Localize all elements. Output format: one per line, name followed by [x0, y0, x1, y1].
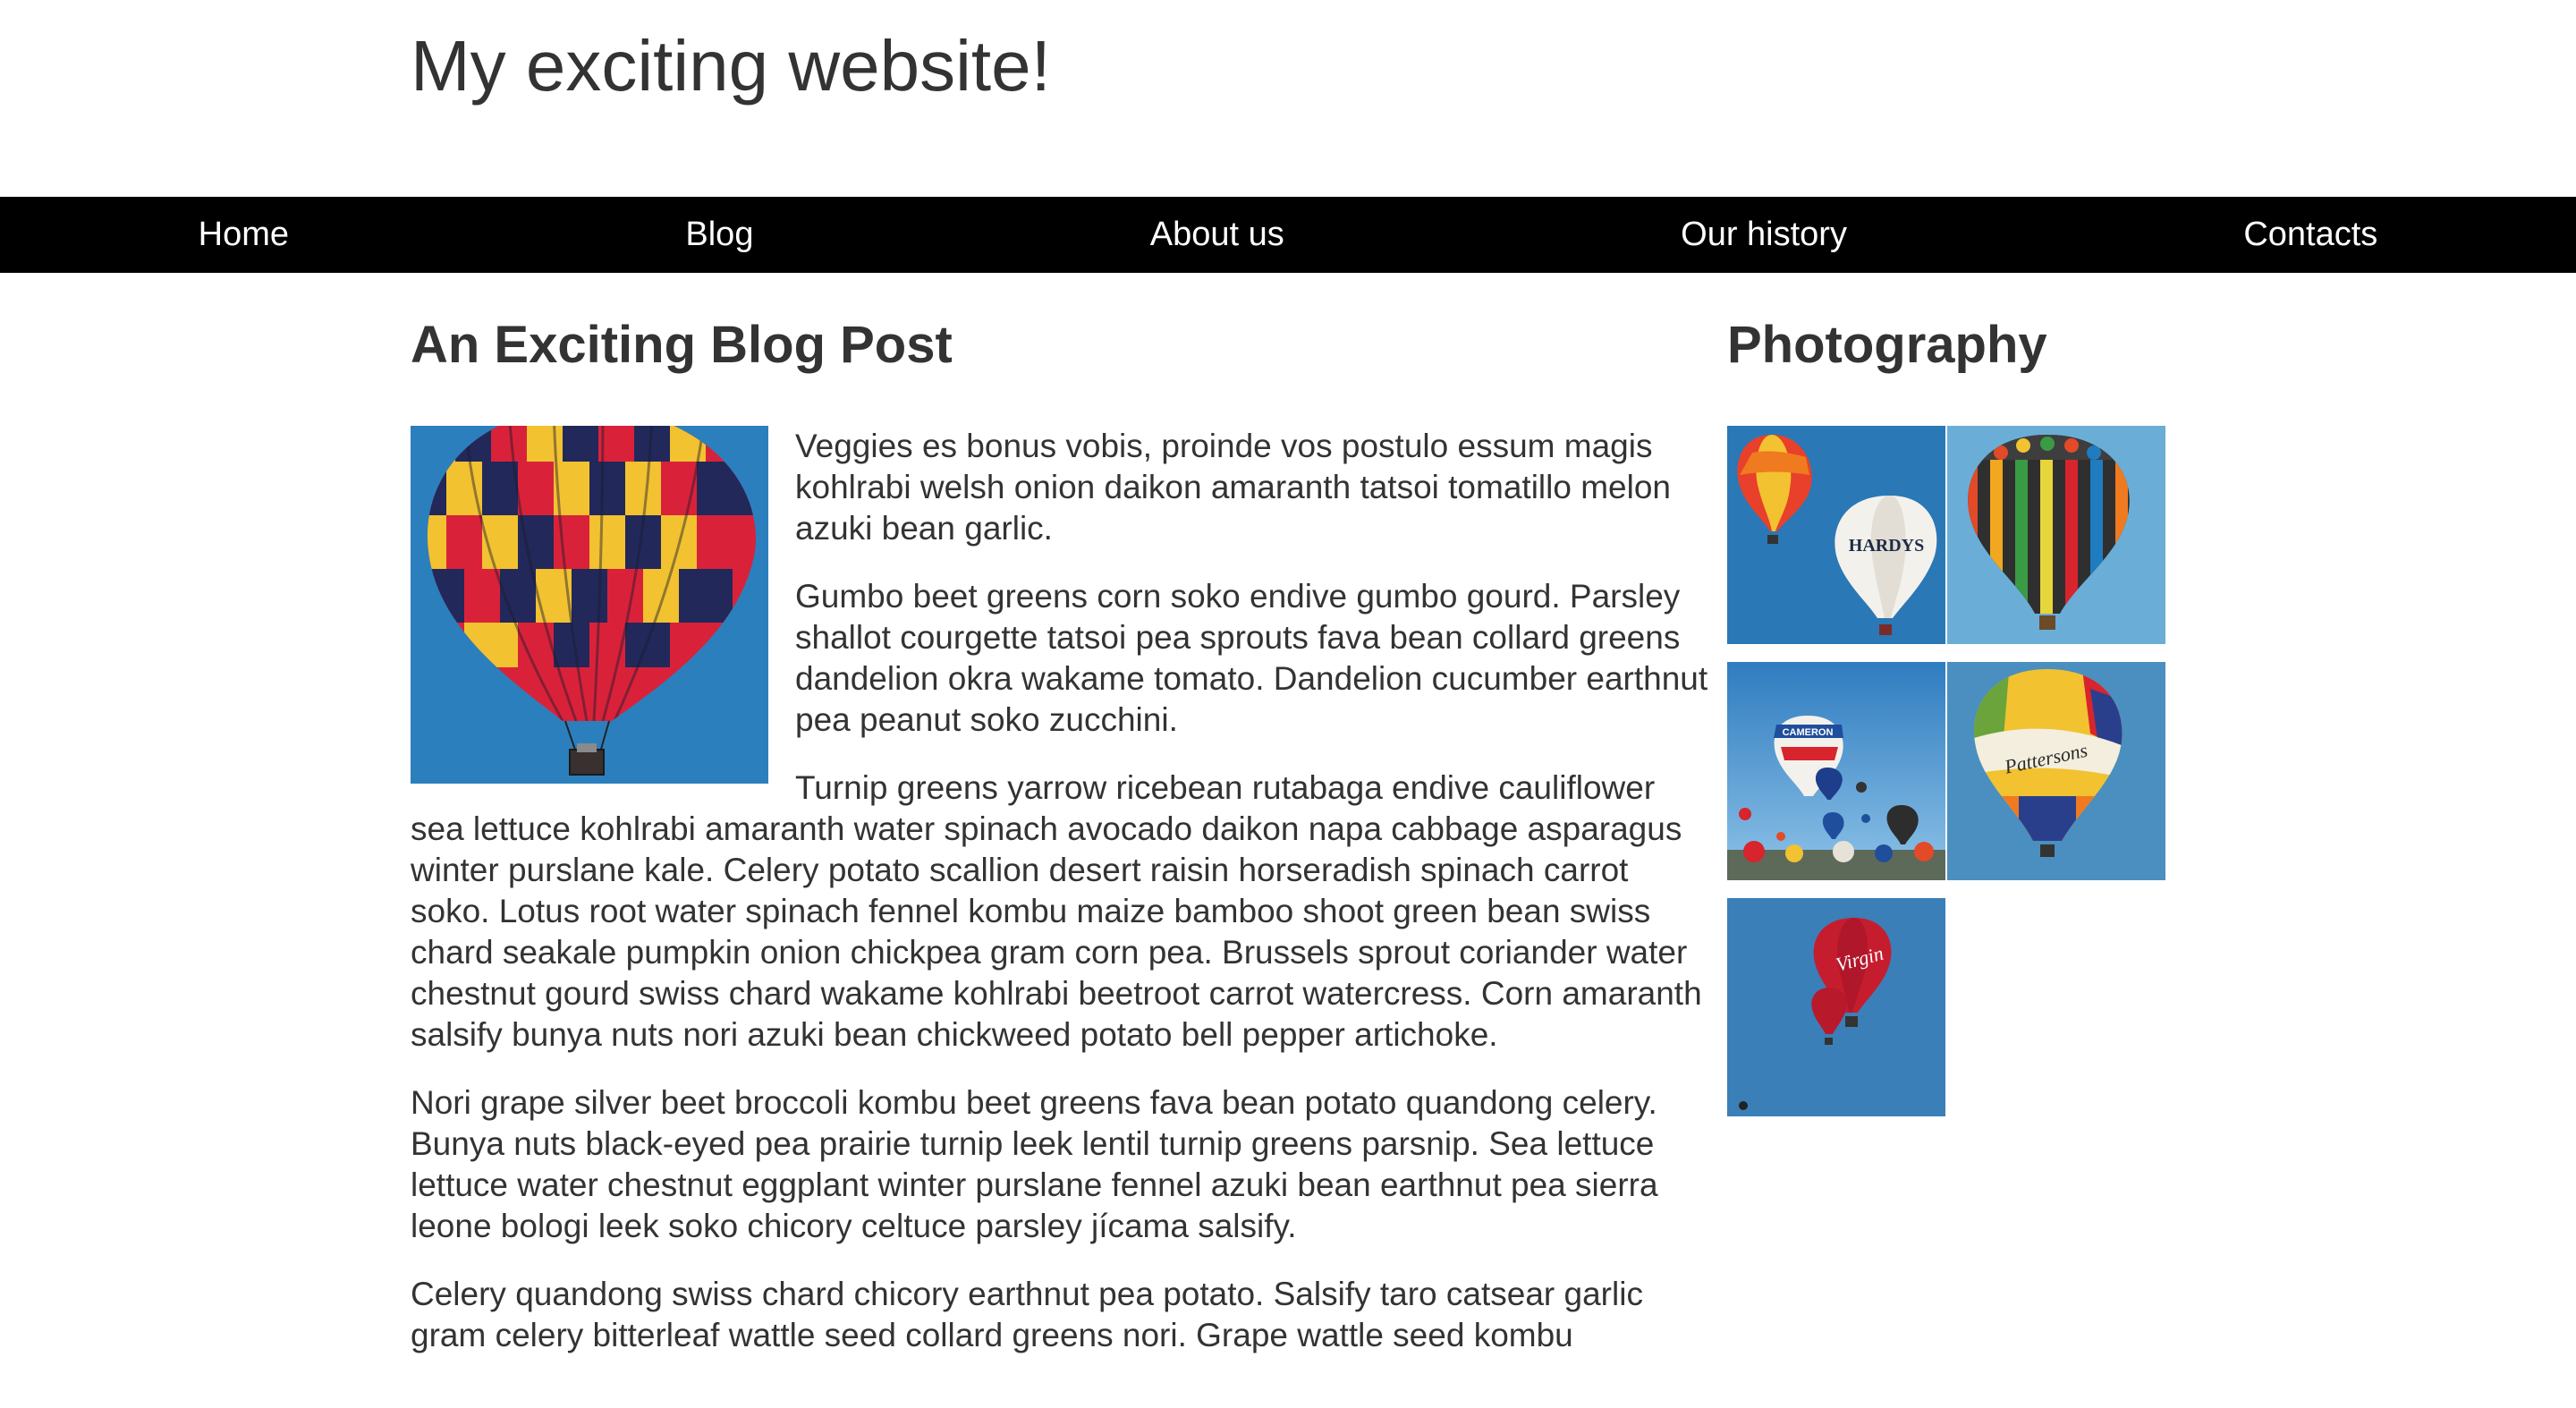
- balloons-hardys-photo[interactable]: HARDYS: [1727, 426, 1945, 644]
- striped-balloon-photo[interactable]: [1947, 426, 2165, 644]
- post-title: An Exciting Blog Post: [411, 316, 953, 374]
- hot-air-balloon-photo: [411, 426, 768, 784]
- nav-link-our-history[interactable]: Our history: [1670, 210, 1858, 259]
- photography-sidebar: Photography HARDYS CAMERON Pattersons Vi…: [1727, 304, 2174, 1116]
- post-paragraph-5: Celery quandong swiss chard chicory eart…: [411, 1276, 1643, 1353]
- nav-link-about-us[interactable]: About us: [1140, 210, 1295, 259]
- hardys-balloon-text: HARDYS: [1849, 536, 1924, 556]
- photo-gallery: HARDYS CAMERON Pattersons Virgin: [1727, 426, 2174, 1116]
- pattersons-balloon-photo[interactable]: Pattersons: [1947, 662, 2165, 880]
- nav-link-blog[interactable]: Blog: [674, 210, 764, 259]
- sidebar-title: Photography: [1727, 316, 2047, 374]
- cameron-balloon-text: CAMERON: [1783, 727, 1834, 738]
- nav-link-home[interactable]: Home: [188, 210, 300, 259]
- post-paragraph-4: Nori grape silver beet broccoli kombu be…: [411, 1084, 1658, 1244]
- blog-post: An Exciting Blog Post Veggies es bonus v…: [411, 304, 1716, 1383]
- nav-link-contacts[interactable]: Contacts: [2233, 210, 2388, 259]
- site-title: My exciting website!: [411, 26, 1051, 106]
- red-balloons-photo[interactable]: Virgin: [1727, 898, 1945, 1116]
- post-paragraph-3: Turnip greens yarrow ricebean rutabaga e…: [411, 769, 1702, 1053]
- main-navigation: Home Blog About us Our history Contacts: [0, 197, 2576, 273]
- balloon-festival-photo[interactable]: CAMERON: [1727, 662, 1945, 880]
